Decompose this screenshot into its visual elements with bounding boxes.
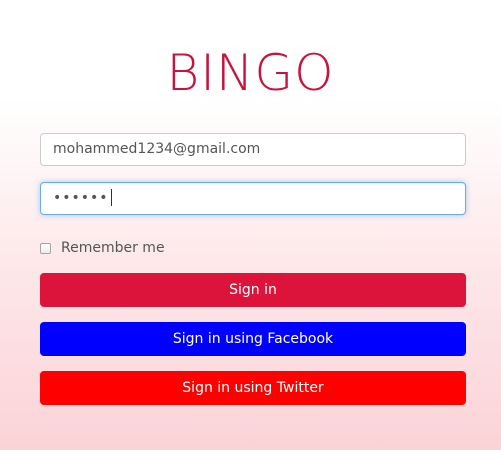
remember-me-checkbox[interactable] (40, 242, 51, 254)
remember-me-label[interactable]: Remember me (61, 240, 165, 256)
email-field[interactable]: mohammed1234@gmail.com (40, 133, 466, 166)
sign-in-button[interactable]: Sign in (40, 273, 466, 307)
login-card: BINGO mohammed1234@gmail.com •••••• Reme… (0, 0, 501, 450)
sign-in-twitter-button[interactable]: Sign in using Twitter (40, 371, 466, 405)
sign-in-facebook-button[interactable]: Sign in using Facebook (40, 322, 466, 356)
brand-logo: BINGO (166, 44, 335, 102)
password-field[interactable]: •••••• (40, 182, 466, 215)
text-cursor (110, 188, 112, 206)
remember-me-row[interactable]: Remember me (40, 238, 165, 258)
email-value: mohammed1234@gmail.com (53, 141, 261, 157)
password-value: •••••• (53, 190, 109, 206)
